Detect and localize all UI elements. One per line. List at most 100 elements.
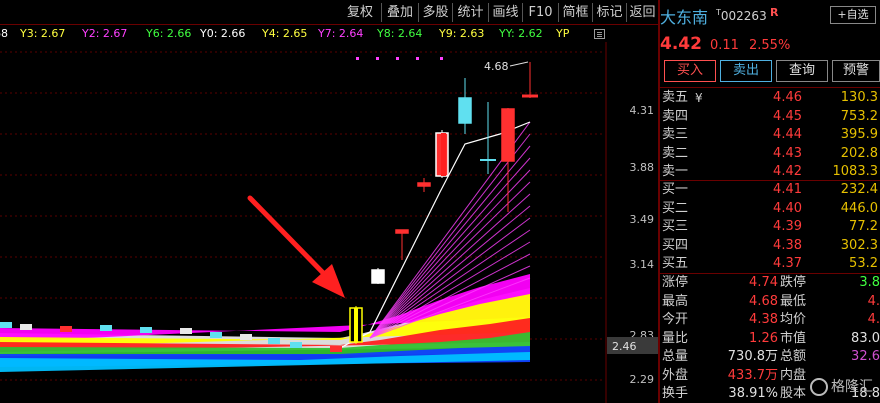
toolbar-button-1[interactable]: 叠加 [381,3,418,22]
stat-value: 4.38 [749,312,778,327]
toolbar-button-4[interactable]: 画线 [488,3,522,22]
candle-breakout-inner [354,308,358,342]
stats-row: 最高 4.68 最低 4. [660,293,880,311]
stats-row: 今开 4.38 均价 4. [660,311,880,329]
toolbar-button-2[interactable]: 多股 [418,3,452,22]
watermark-logo-icon [810,378,828,396]
stat-label: 总额 [780,349,807,364]
ma-value-9: YY: 2.62 [499,27,543,40]
bids-row[interactable]: 买四 4.38 302.3 [660,237,880,255]
stat-value: 38.91% [728,386,778,401]
margin-badge: R [770,6,779,19]
stats-row: 量比 1.26 市值 83.0 [660,330,880,348]
bids-volume: 77.2 [849,219,878,234]
bids-row[interactable]: 买三 4.39 77.2 [660,218,880,236]
buy-button[interactable]: 买入 [664,60,716,82]
watermark: 格隆汇 [810,374,880,400]
candlestick-chart[interactable]: 4.31 3.88 3.49 3.14 2.83 2.29 2.46 4.68 [0,42,658,403]
stat-label: 内盘 [780,367,807,383]
ma-value-3: Y6: 2.66 [146,27,192,40]
asks-label: 卖四 [662,108,689,124]
stat-value: 4.68 [749,293,778,309]
marker-dot [356,57,359,60]
price-change: 0.11 [710,38,739,53]
query-button[interactable]: 查询 [776,60,828,82]
toolbar-button-3[interactable]: 统计 [452,3,488,22]
ma-value-8: Y9: 2.63 [439,27,485,40]
ma-indicator-strip: 68 Y3: 2.67 Y2: 2.67 Y6: 2.66 Y0: 2.66 Y4: 2.… [0,25,658,42]
candle-small [330,346,342,352]
asks-label: 卖五 [662,90,689,105]
quote-panel: 大东南 T002263 R +自选 4.42 0.11 2.55% 买入 卖出 … [660,0,880,403]
asks-label: 卖一 [662,164,689,179]
bids-price: 4.40 [773,200,802,216]
annotation-arrow [247,195,335,285]
candle-small [210,332,222,338]
stat-value: 4. [867,312,880,327]
toolbar-button-6[interactable]: 简框 [558,3,592,22]
bids-volume: 232.4 [840,182,878,197]
asks-row[interactable]: 卖四 4.45 753.2 [660,108,880,126]
stock-name[interactable]: 大东南 [660,4,708,28]
asks-row[interactable]: 卖五 4.46 130.3 [660,89,880,107]
asks-volume: 130.3 [840,90,878,105]
ma-value-6: Y7: 2.64 [318,27,364,40]
candle-small [60,326,72,332]
ma-value-1: Y3: 2.67 [20,27,66,40]
alert-button[interactable]: 预警 [832,60,880,82]
toolbar-button-5[interactable]: F10 [522,3,558,22]
marker-dot [440,57,443,60]
ma-value-0: 68 [0,27,8,40]
stock-code: T002263 [716,8,767,23]
toolbar-button-8[interactable]: 返回 [626,3,658,22]
high-annotation: 4.68 [484,60,509,73]
current-price-label: 2.46 [612,340,637,353]
add-favorite-button[interactable]: +自选 [830,6,876,24]
marker-dot [396,57,399,60]
asks-volume: 1083.3 [832,164,879,179]
y-tick-label: 3.88 [630,161,655,174]
sell-button[interactable]: 卖出 [720,60,772,82]
chart-toolbar: 复权 叠加 多股 统计 画线 F10 简框 标记 返回 [0,0,658,25]
stat-label: 最高 [662,293,689,309]
bids-label: 买四 [662,237,689,253]
bids-row[interactable]: 买五 4.37 53.2 [660,255,880,273]
candle-small [240,334,252,340]
y-tick-label: 3.49 [630,213,655,226]
bids-volume: 302.3 [840,237,878,253]
asks-row[interactable]: 卖一 4.42 1083.3 [660,163,880,181]
bids-row[interactable]: 买二 4.40 446.0 [660,200,880,218]
asks-price: 4.43 [773,145,802,161]
ma-settings-menu-icon[interactable] [594,29,605,39]
bids-price: 4.41 [773,182,802,197]
toolbar-button-0[interactable]: 复权 [340,3,380,22]
last-price: 4.42 [660,34,702,54]
candle-body-fill [441,133,446,176]
stats-row: 总量 730.8万 总额 32.6 [660,348,880,366]
bids-price: 4.38 [773,237,802,253]
asks-row[interactable]: 卖二 4.43 202.8 [660,145,880,163]
bids-label: 买三 [662,219,689,234]
asks-price: 4.46 [773,90,802,105]
stock-code-value: 002263 [720,9,767,23]
stat-label: 股本 [780,386,807,401]
bids-row[interactable]: 买一 4.41 232.4 [660,181,880,199]
candle [417,182,431,187]
candle [458,97,472,124]
stat-label: 总量 [662,349,689,364]
bids-price: 4.37 [773,256,802,271]
asks-price: 4.42 [773,164,802,179]
y-tick-label: 2.29 [630,373,655,386]
stat-label: 今开 [662,312,689,327]
watermark-text: 格隆汇 [831,379,873,395]
ma-value-5: Y4: 2.65 [262,27,308,40]
toolbar-button-7[interactable]: 标记 [592,3,626,22]
candle [501,108,515,162]
stat-label: 量比 [662,330,689,346]
asks-row[interactable]: 卖三 4.44 395.9 [660,126,880,144]
y-tick-label: 4.31 [630,104,655,117]
asks-price: 4.44 [773,127,802,142]
asks-label: 卖三 [662,127,689,142]
stat-value: 4. [867,293,880,309]
currency-mark: ¥ [695,91,703,105]
